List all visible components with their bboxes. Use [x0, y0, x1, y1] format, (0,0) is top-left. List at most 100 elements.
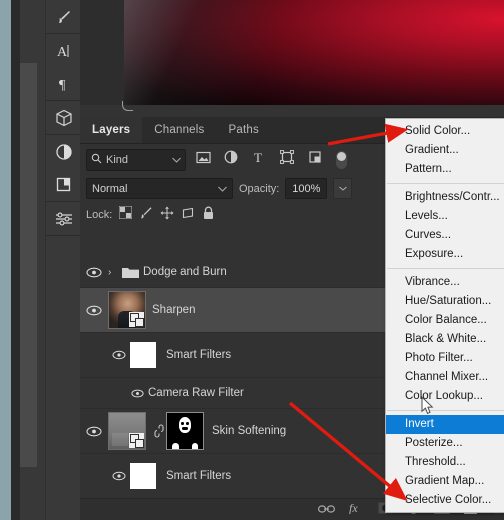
folder-icon [121, 265, 143, 279]
opacity-input[interactable]: 100% [285, 178, 328, 199]
layer-name: Dodge and Burn [143, 266, 227, 278]
tab-paths[interactable]: Paths [217, 117, 271, 143]
filter-adjustment-layers[interactable] [220, 150, 242, 170]
half-circle-icon [55, 143, 73, 161]
brush-tool[interactable] [46, 0, 81, 33]
fx-icon: fx [349, 501, 364, 519]
smart-object-badge-icon [129, 312, 144, 327]
shape-icon [280, 150, 294, 169]
libraries-panel[interactable] [46, 168, 81, 201]
menu-item-pattern[interactable]: Pattern... [386, 160, 504, 179]
menu-item-black-and-white[interactable]: Black & White... [386, 330, 504, 349]
mask-shape [182, 427, 188, 430]
image-icon [195, 151, 211, 169]
text-A-icon: A [55, 42, 73, 60]
filter-kind-label: Kind [106, 153, 129, 166]
link-layers-button[interactable] [318, 501, 335, 519]
tab-channels[interactable]: Channels [142, 117, 216, 143]
mask-shape [186, 421, 189, 425]
filter-shape-layers[interactable] [276, 150, 298, 170]
adjustment-layer-context-menu[interactable]: Solid Color... Gradient... Pattern... Br… [385, 118, 504, 513]
chevron-down-icon [218, 183, 227, 195]
menu-item-brightness-contrast[interactable]: Brightness/Contr... [386, 188, 504, 207]
tab-layers[interactable]: Layers [80, 117, 143, 143]
menu-item-curves[interactable]: Curves... [386, 226, 504, 245]
layer-thumbnail[interactable] [108, 412, 146, 450]
menu-item-photo-filter[interactable]: Photo Filter... [386, 349, 504, 368]
menu-item-channel-mixer[interactable]: Channel Mixer... [386, 368, 504, 387]
layer-visibility-toggle[interactable] [126, 389, 148, 398]
opacity-stepper[interactable] [333, 178, 353, 199]
type-tool[interactable]: A [46, 34, 81, 67]
menu-separator [387, 410, 504, 411]
mask-shape [181, 421, 184, 425]
menu-item-color-lookup[interactable]: Color Lookup... [386, 387, 504, 406]
layer-visibility-toggle[interactable] [80, 426, 108, 437]
menu-item-solid-color[interactable]: Solid Color... [386, 122, 504, 141]
rail-divider [46, 235, 81, 236]
document-canvas-area [80, 0, 504, 117]
menu-item-gradient[interactable]: Gradient... [386, 141, 504, 160]
filter-pixel-layers[interactable] [192, 150, 214, 170]
layer-style-button[interactable]: fx [349, 501, 364, 519]
brush-icon [56, 9, 72, 25]
search-icon [91, 153, 102, 167]
layer-visibility-toggle[interactable] [80, 305, 108, 316]
brush-icon [139, 206, 153, 225]
half-circle-icon [224, 150, 238, 169]
smart-object-badge-icon [129, 433, 144, 448]
layer-name: Skin Softening [212, 425, 287, 437]
menu-item-selective-color[interactable]: Selective Color... [386, 491, 504, 510]
left-dock-column: A ¶ [20, 0, 81, 520]
canvas-image[interactable] [124, 0, 504, 105]
paragraph-tool[interactable]: ¶ [46, 67, 81, 100]
menu-item-gradient-map[interactable]: Gradient Map... [386, 472, 504, 491]
filter-smart-objects[interactable] [304, 150, 326, 170]
lock-transparent-pixels[interactable] [118, 205, 133, 224]
svg-text:A: A [57, 45, 68, 60]
smart-filter-mask-thumbnail[interactable] [130, 342, 156, 368]
adjustments-panel[interactable] [46, 135, 81, 168]
book-icon [55, 176, 72, 193]
mask-link-icon[interactable] [152, 424, 166, 438]
layer-thumbnail[interactable] [108, 291, 146, 329]
lock-position[interactable] [160, 206, 174, 225]
filter-type-layers[interactable]: T [248, 150, 270, 170]
blend-mode-value: Normal [92, 182, 128, 195]
tab-layers-label: Layers [92, 124, 131, 136]
menu-separator [387, 268, 504, 269]
left-dock-scrollbar[interactable] [20, 63, 37, 467]
svg-text:T: T [254, 150, 262, 164]
menu-item-posterize[interactable]: Posterize... [386, 434, 504, 453]
menu-item-levels[interactable]: Levels... [386, 207, 504, 226]
layer-visibility-toggle[interactable] [108, 471, 130, 481]
filter-kind-dropdown[interactable]: Kind [86, 148, 186, 171]
properties-panel[interactable] [46, 202, 81, 235]
layer-name: Smart Filters [166, 349, 232, 361]
layer-name: Camera Raw Filter [148, 387, 244, 399]
layer-mask-thumbnail[interactable] [166, 412, 204, 450]
menu-item-threshold[interactable]: Threshold... [386, 453, 504, 472]
chevron-right-icon[interactable]: › [108, 267, 121, 278]
smart-object-icon [308, 150, 322, 169]
lock-label: Lock: [86, 209, 113, 221]
canvas-corner-marker [122, 101, 133, 111]
lock-artboard-nesting[interactable] [181, 206, 195, 225]
sliders-icon [54, 210, 74, 228]
layer-visibility-toggle[interactable] [108, 350, 130, 360]
menu-item-color-balance[interactable]: Color Balance... [386, 311, 504, 330]
layer-visibility-toggle[interactable] [80, 267, 108, 278]
menu-item-exposure[interactable]: Exposure... [386, 245, 504, 264]
menu-separator [387, 183, 504, 184]
menu-item-invert[interactable]: Invert [386, 415, 504, 434]
padlock-icon [202, 206, 215, 225]
blend-mode-dropdown[interactable]: Normal [86, 178, 233, 199]
lock-all[interactable] [202, 206, 215, 225]
pilcrow-icon: ¶ [56, 76, 72, 92]
menu-item-hue-saturation[interactable]: Hue/Saturation... [386, 292, 504, 311]
smart-filter-mask-thumbnail[interactable] [130, 463, 156, 489]
3d-tool[interactable] [46, 101, 81, 134]
menu-item-vibrance[interactable]: Vibrance... [386, 273, 504, 292]
lock-image-pixels[interactable] [139, 206, 153, 225]
filter-enable-toggle[interactable] [336, 150, 347, 169]
